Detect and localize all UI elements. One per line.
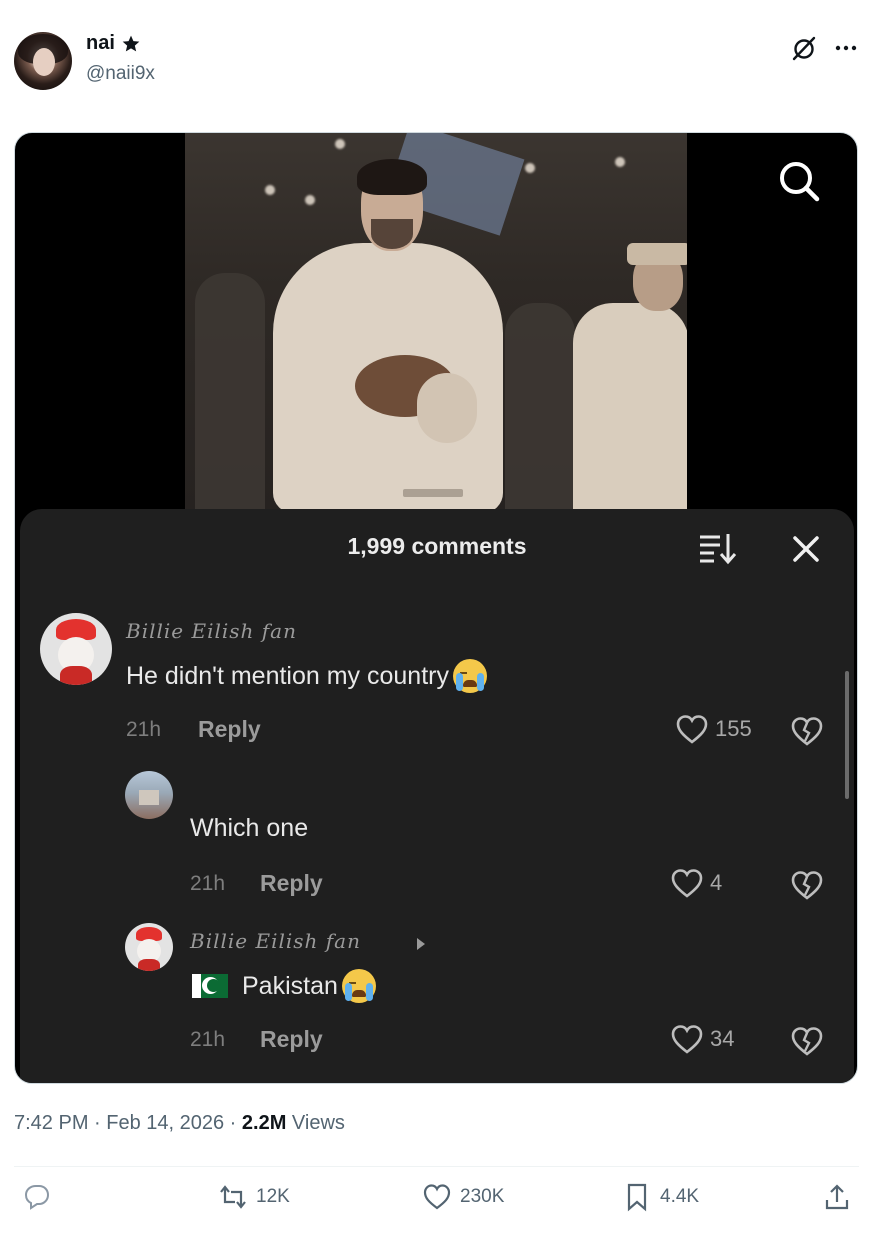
heart-icon (676, 715, 708, 744)
comment-username[interactable]: Billie Eilish fan (126, 619, 297, 643)
avatar-scene-detail (139, 790, 159, 805)
divider (14, 1166, 859, 1167)
post-media[interactable]: 1,999 comments Billie Eilish fan He didn… (14, 132, 858, 1084)
broken-heart-icon[interactable] (790, 715, 824, 747)
tear (476, 673, 484, 691)
author-display-name[interactable]: nai (86, 32, 115, 55)
bookmark-action-button[interactable]: 4.4K (622, 1182, 699, 1212)
bookmark-icon (627, 1183, 647, 1212)
comment-like-count: 34 (710, 1026, 735, 1051)
tear (344, 983, 352, 1001)
comment-text-body: He didn't mention my country (126, 661, 449, 690)
comment-time: 21h (126, 718, 162, 741)
share-icon (825, 1184, 849, 1210)
comments-panel: 1,999 comments Billie Eilish fan He didn… (20, 509, 854, 1083)
reply-action-button[interactable] (22, 1182, 60, 1212)
watermark (403, 489, 463, 497)
background-person (573, 303, 687, 513)
repost-action-button[interactable]: 12K (218, 1182, 290, 1212)
sort-icon[interactable] (698, 531, 738, 565)
repost-icon (220, 1185, 246, 1209)
comment-text-body: Which one (190, 814, 309, 842)
pakistan-flag-icon (192, 974, 228, 998)
tear (455, 673, 463, 691)
comment-text: Pakistan (192, 969, 376, 1003)
comment-like-count: 4 (710, 870, 723, 895)
broken-heart-icon[interactable] (790, 869, 824, 901)
name-row: nai (86, 32, 141, 55)
like-count: 230K (460, 1186, 505, 1207)
crying-emoji-icon (341, 969, 376, 1003)
avatar-face (33, 48, 55, 76)
bokeh-light (335, 139, 345, 149)
reply-button[interactable]: Reply (198, 716, 261, 743)
reply-button[interactable]: Reply (260, 870, 323, 897)
comment-like-button[interactable]: 155 (675, 713, 752, 745)
author-handle[interactable]: @naii9x (86, 63, 155, 85)
crowd-figure (505, 303, 575, 513)
comment-text-body: Pakistan (242, 971, 338, 1000)
reply-to-caret-icon (417, 938, 425, 950)
bokeh-light (615, 157, 625, 167)
crowd-figure (195, 273, 265, 513)
reply-icon (24, 1185, 50, 1210)
heart-icon (671, 869, 703, 898)
comment-time: 21h (190, 1028, 226, 1051)
comment-like-button[interactable]: 34 (670, 1023, 734, 1055)
post-time[interactable]: 7:42 PM · Feb 14, 2026 · (14, 1112, 242, 1134)
bokeh-light (525, 163, 535, 173)
repost-count: 12K (256, 1186, 290, 1207)
comment-time: 21h (190, 872, 226, 895)
broken-heart-icon[interactable] (790, 1025, 824, 1057)
background-person-hat (627, 243, 687, 265)
crying-emoji-icon (452, 659, 487, 693)
reply-button[interactable]: Reply (260, 1026, 323, 1053)
bokeh-light (265, 185, 275, 195)
commenter-avatar[interactable] (125, 771, 173, 819)
bokeh-light (305, 195, 315, 205)
person-arm (417, 373, 477, 443)
star-icon (122, 35, 140, 51)
comment-like-button[interactable]: 4 (670, 867, 722, 899)
grok-icon[interactable] (790, 34, 818, 62)
views-label: Views (286, 1112, 345, 1134)
like-icon (423, 1184, 451, 1210)
bookmark-count: 4.4K (660, 1186, 700, 1207)
share-action-button[interactable] (822, 1182, 852, 1212)
comment-username[interactable]: Billie Eilish fan (190, 929, 361, 953)
comment-text: Which one (190, 814, 308, 843)
tear (365, 983, 373, 1001)
post-timestamp: 7:42 PM · Feb 14, 2026 · 2.2M Views (14, 1112, 345, 1135)
person-beard (371, 219, 413, 249)
author-avatar[interactable] (14, 32, 72, 90)
search-icon[interactable] (775, 157, 823, 205)
commenter-avatar[interactable] (40, 613, 112, 685)
avatar-shirt (60, 666, 92, 685)
video-frame (185, 133, 687, 513)
person-hair (357, 159, 427, 195)
more-icon[interactable] (832, 34, 860, 62)
close-icon[interactable] (790, 533, 822, 565)
heart-icon (671, 1025, 703, 1054)
comment-text: He didn't mention my country (126, 659, 487, 693)
commenter-avatar[interactable] (125, 923, 173, 971)
post-header: nai @naii9x (14, 32, 857, 92)
comment-like-count: 155 (715, 716, 752, 741)
views-count: 2.2M (241, 1112, 287, 1134)
action-bar: 12K 230K 4.4K (14, 1182, 859, 1228)
like-action-button[interactable]: 230K (422, 1182, 504, 1212)
comments-scrollbar[interactable] (845, 671, 849, 799)
avatar-shirt (138, 958, 160, 971)
